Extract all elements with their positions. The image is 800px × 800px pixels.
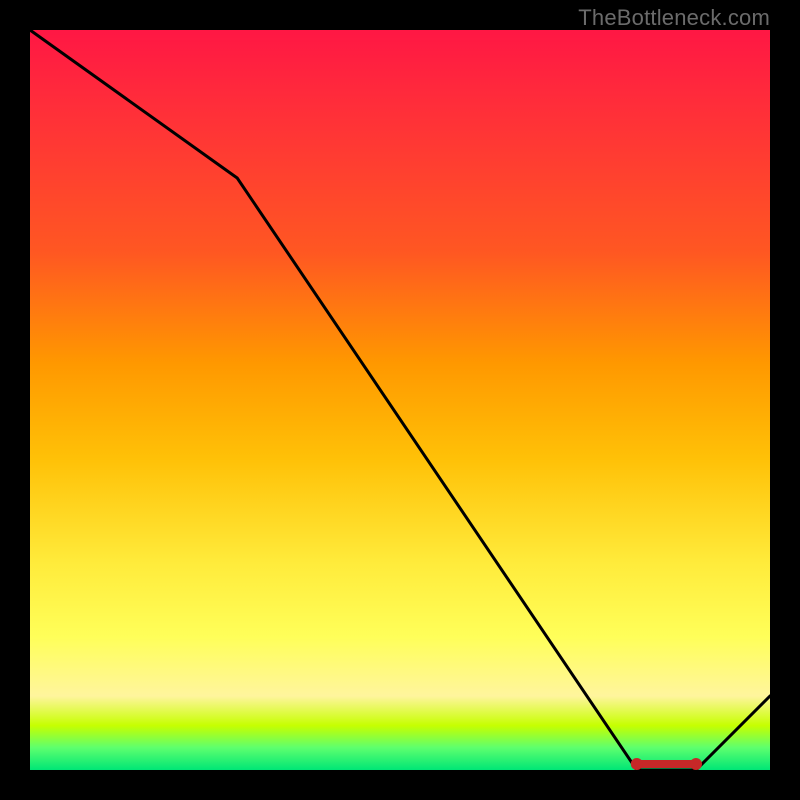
plot-area xyxy=(30,30,770,770)
highlight-dot-start xyxy=(631,758,643,770)
chart-frame: TheBottleneck.com xyxy=(0,0,800,800)
attribution-label: TheBottleneck.com xyxy=(578,5,770,31)
chart-overlay xyxy=(30,30,770,770)
data-line xyxy=(30,30,770,770)
highlight-dot-end xyxy=(690,758,702,770)
